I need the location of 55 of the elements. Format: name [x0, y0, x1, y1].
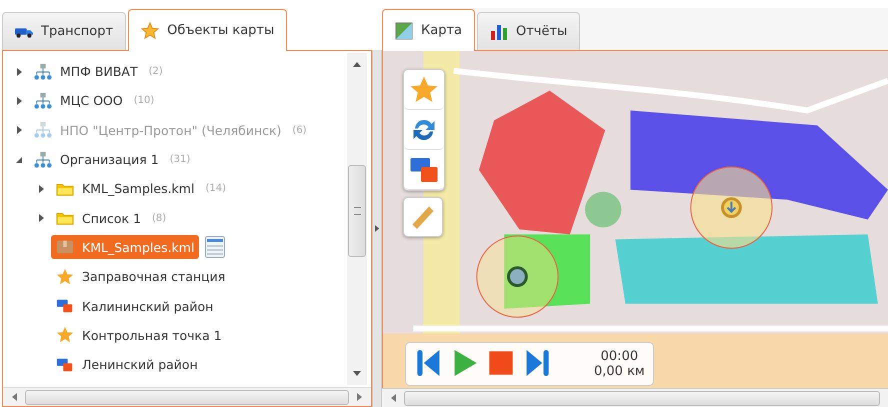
item-count: (10): [134, 95, 154, 106]
hierarchy-icon: [34, 121, 52, 140]
expand-arrow-icon[interactable]: [15, 156, 23, 164]
scroll-down-icon[interactable]: [352, 371, 362, 377]
splitter-handle[interactable]: [372, 50, 382, 407]
overlapping-squares-icon: [56, 297, 74, 316]
regions-button[interactable]: [404, 150, 444, 190]
horizontal-scrollbar[interactable]: [3, 387, 371, 406]
tree-item[interactable]: KML_Samples.kml: [51, 176, 200, 201]
panel-tab[interactable]: Транспорт: [2, 12, 126, 50]
tree-item[interactable]: Список 1: [51, 206, 146, 230]
overlapping-squares-icon: [56, 356, 74, 374]
distance-reading: 0,00 км: [594, 364, 645, 379]
hierarchy-icon: [34, 92, 52, 110]
vertical-scrollbar[interactable]: [347, 53, 367, 385]
tree-item[interactable]: Заправочная станция: [51, 264, 230, 289]
hierarchy-icon: [34, 62, 52, 81]
item-count: (14): [205, 183, 226, 194]
star-icon: [56, 326, 74, 344]
tree-item[interactable]: Контрольная точка 1: [51, 323, 227, 348]
hierarchy-icon: [34, 150, 52, 169]
expand-arrow-icon[interactable]: [15, 96, 23, 105]
collapse-arrow-icon[interactable]: [374, 224, 380, 233]
elapsed-time: 00:00: [600, 349, 638, 364]
scroll-right-icon[interactable]: [357, 392, 363, 402]
bar-chart-icon: [490, 22, 508, 40]
tree-item[interactable]: Ленинский район: [51, 352, 203, 377]
star-icon: [56, 268, 74, 286]
map-icon: [395, 22, 413, 40]
tree-item[interactable]: Организация 1: [29, 148, 164, 172]
star-icon: [409, 74, 439, 104]
horizontal-scrollbar[interactable]: [382, 388, 888, 407]
tree-item[interactable]: МПФ ВИВАТ: [29, 60, 143, 84]
skip-back-icon: [416, 347, 442, 379]
item-count: (31): [170, 154, 190, 166]
list-icon[interactable]: [205, 236, 226, 258]
expand-arrow-icon[interactable]: [37, 184, 45, 193]
scroll-left-icon[interactable]: [11, 392, 17, 402]
item-count: (6): [292, 124, 307, 136]
view-tab[interactable]: Отчёты: [477, 12, 580, 50]
item-count: (2): [148, 66, 163, 78]
play-icon: [452, 347, 478, 379]
skip-forward-icon: [524, 347, 550, 379]
scroll-left-icon[interactable]: [390, 393, 396, 403]
package-icon: [56, 238, 74, 256]
item-count: (8): [152, 212, 166, 224]
tree-item[interactable]: Калининский район: [51, 294, 218, 318]
view-tab[interactable]: Карта: [382, 9, 475, 51]
star-icon: [141, 22, 160, 40]
expand-arrow-icon[interactable]: [37, 214, 45, 222]
scroll-up-icon[interactable]: [352, 61, 362, 67]
sync-button[interactable]: [404, 110, 444, 150]
panel-tab[interactable]: Объекты карты: [128, 9, 288, 51]
expand-arrow-icon[interactable]: [15, 68, 23, 76]
tree-item[interactable]: МЦС ООО: [29, 88, 128, 113]
